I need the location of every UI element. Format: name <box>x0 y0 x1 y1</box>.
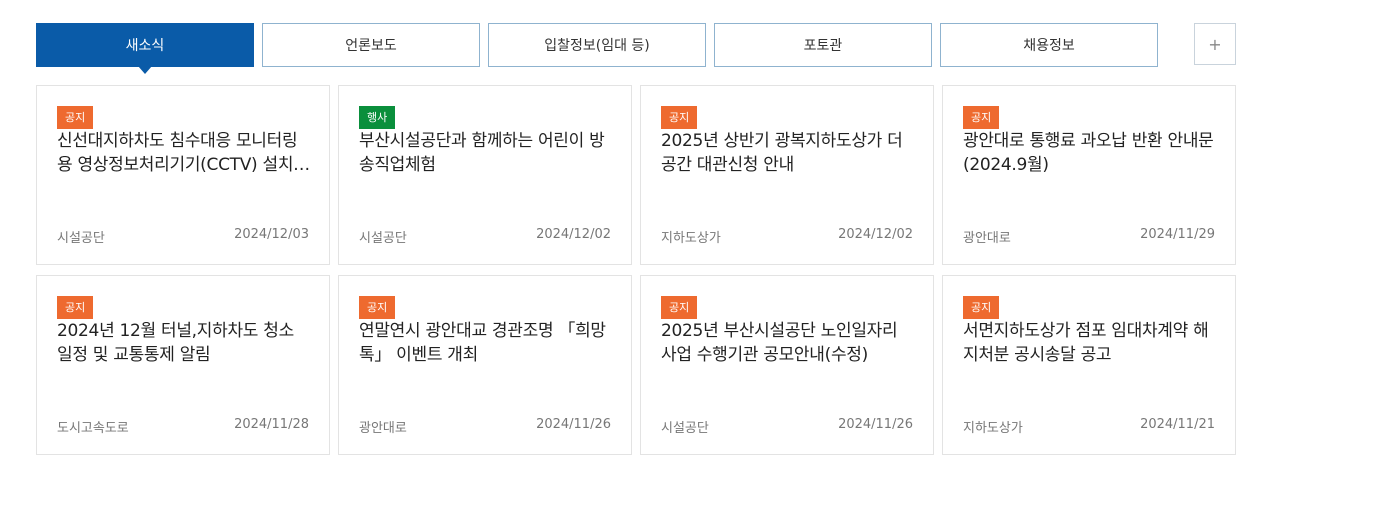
news-source: 지하도상가 <box>661 231 721 246</box>
news-date: 2024/12/02 <box>536 227 611 242</box>
news-date: 2024/11/26 <box>838 417 913 432</box>
category-badge: 공지 <box>963 296 1000 319</box>
news-title[interactable]: 2025년 상반기 광복지하도상가 더 공간 대관신청 안내 <box>661 129 915 177</box>
news-date: 2024/11/28 <box>234 417 309 432</box>
news-date: 2024/11/29 <box>1140 227 1215 242</box>
tab-news[interactable]: 새소식 <box>36 23 254 74</box>
news-card[interactable]: 공지 서면지하도상가 점포 임대차계약 해지처분 공시송달 공고 지하도상가 2… <box>942 275 1236 455</box>
news-card[interactable]: 행사 부산시설공단과 함께하는 어린이 방송직업체험 시설공단 2024/12/… <box>338 85 632 265</box>
tab-bidding[interactable]: 입찰정보(임대 등) <box>488 23 706 67</box>
category-badge: 행사 <box>359 106 396 129</box>
tab-photo[interactable]: 포토관 <box>714 23 932 67</box>
category-badge: 공지 <box>661 106 698 129</box>
news-date: 2024/11/21 <box>1140 417 1215 432</box>
news-source: 시설공단 <box>661 421 709 436</box>
news-date: 2024/12/03 <box>234 227 309 242</box>
news-source: 시설공단 <box>57 231 105 246</box>
news-source: 광안대로 <box>359 421 407 436</box>
category-tabs: 새소식 언론보도 입찰정보(임대 등) 포토관 채용정보 + <box>36 23 1236 74</box>
category-badge: 공지 <box>963 106 1000 129</box>
more-button[interactable]: + <box>1194 23 1236 65</box>
category-badge: 공지 <box>57 296 94 319</box>
news-title[interactable]: 연말연시 광안대교 경관조명 「희망톡」 이벤트 개최 <box>359 319 613 367</box>
category-badge: 공지 <box>359 296 396 319</box>
news-card[interactable]: 공지 신선대지하차도 침수대응 모니터링용 영상정보처리기기(CCTV) 설치 … <box>36 85 330 265</box>
news-source: 광안대로 <box>963 231 1011 246</box>
news-grid: 공지 신선대지하차도 침수대응 모니터링용 영상정보처리기기(CCTV) 설치 … <box>36 85 1236 455</box>
news-date: 2024/11/26 <box>536 417 611 432</box>
news-title[interactable]: 2025년 부산시설공단 노인일자리 사업 수행기관 공모안내(수정) <box>661 319 915 367</box>
news-date: 2024/12/02 <box>838 227 913 242</box>
tab-recruit[interactable]: 채용정보 <box>940 23 1158 67</box>
category-badge: 공지 <box>57 106 94 129</box>
news-card[interactable]: 공지 광안대로 통행료 과오납 반환 안내문(2024.9월) 광안대로 202… <box>942 85 1236 265</box>
news-card[interactable]: 공지 연말연시 광안대교 경관조명 「희망톡」 이벤트 개최 광안대로 2024… <box>338 275 632 455</box>
tab-press[interactable]: 언론보도 <box>262 23 480 67</box>
news-source: 도시고속도로 <box>57 421 129 436</box>
news-title[interactable]: 광안대로 통행료 과오납 반환 안내문(2024.9월) <box>963 129 1217 177</box>
news-source: 지하도상가 <box>963 421 1023 436</box>
category-badge: 공지 <box>661 296 698 319</box>
news-card[interactable]: 공지 2025년 상반기 광복지하도상가 더 공간 대관신청 안내 지하도상가 … <box>640 85 934 265</box>
news-title[interactable]: 신선대지하차도 침수대응 모니터링용 영상정보처리기기(CCTV) 설치 운영 … <box>57 129 311 177</box>
news-card[interactable]: 공지 2025년 부산시설공단 노인일자리 사업 수행기관 공모안내(수정) 시… <box>640 275 934 455</box>
news-title[interactable]: 부산시설공단과 함께하는 어린이 방송직업체험 <box>359 129 613 177</box>
news-title[interactable]: 2024년 12월 터널,지하차도 청소 일정 및 교통통제 알림 <box>57 319 311 367</box>
news-title[interactable]: 서면지하도상가 점포 임대차계약 해지처분 공시송달 공고 <box>963 319 1217 367</box>
news-card[interactable]: 공지 2024년 12월 터널,지하차도 청소 일정 및 교통통제 알림 도시고… <box>36 275 330 455</box>
news-source: 시설공단 <box>359 231 407 246</box>
